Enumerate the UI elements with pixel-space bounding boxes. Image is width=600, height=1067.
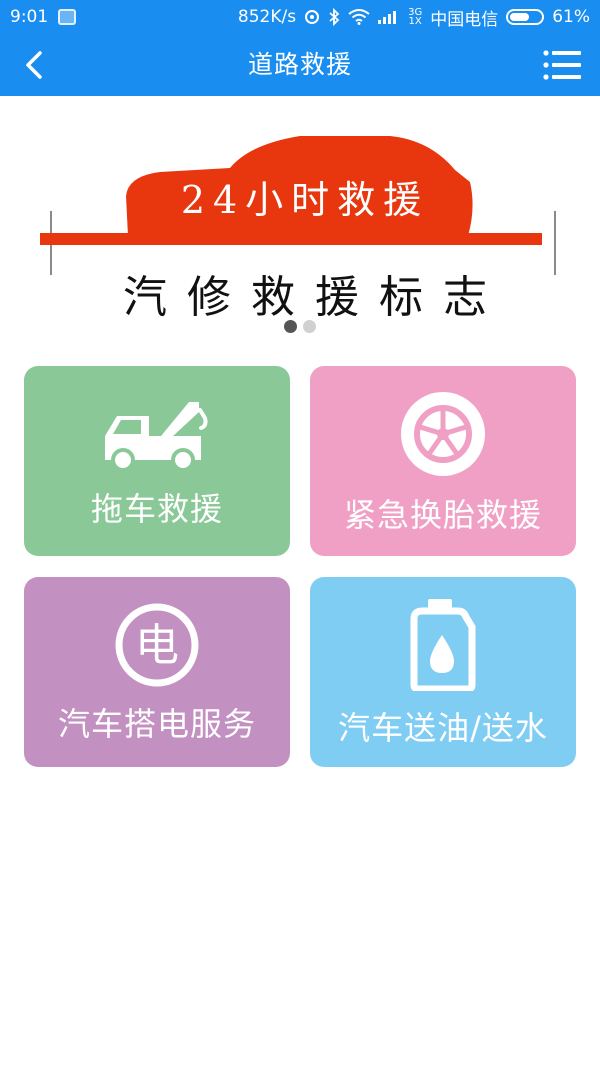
- emergency-tire-change-button[interactable]: 紧急换胎救援: [310, 366, 576, 556]
- list-menu-icon: [543, 50, 581, 80]
- banner-subline: 汽修救援标志: [123, 272, 507, 323]
- notification-thumbnail-icon: [58, 9, 77, 25]
- tow-rescue-button[interactable]: 拖车救援: [24, 366, 290, 556]
- carousel-dot-1[interactable]: [284, 320, 297, 333]
- page-title: 道路救援: [247, 50, 352, 79]
- network-speed: 852K/s: [237, 7, 297, 27]
- tile-label: 紧急换胎救援: [343, 496, 542, 534]
- tile-label: 汽车送油/送水: [338, 709, 548, 747]
- carrier-name: 中国电信: [430, 9, 499, 30]
- jump-start-service-button[interactable]: 电 汽车搭电服务: [24, 577, 290, 767]
- fuel-can-icon: [310, 597, 576, 691]
- tile-label: 拖车救援: [90, 490, 223, 528]
- app-bar: 道路救援: [0, 34, 600, 96]
- network-type: 3G 1X: [408, 8, 422, 27]
- signal-icon: [378, 10, 400, 24]
- wifi-icon: [348, 9, 370, 25]
- battery-level-fill: [510, 13, 529, 21]
- menu-button[interactable]: [540, 46, 584, 84]
- banner-headline: 24小时救援: [180, 178, 430, 222]
- status-bar: 9:01 852K/s 3G 1X 中国电信 61%: [0, 0, 600, 34]
- battery-percent: 61%: [552, 7, 590, 27]
- carousel-dot-2[interactable]: [303, 320, 316, 333]
- tow-truck-icon: [24, 396, 290, 468]
- banner-carousel[interactable]: 24小时救援 汽修救援标志: [0, 96, 600, 340]
- tire-icon: [310, 390, 576, 478]
- electric-icon: 电: [24, 603, 290, 687]
- fuel-water-delivery-button[interactable]: 汽车送油/送水: [310, 577, 576, 767]
- svg-text:电: 电: [135, 620, 179, 671]
- carousel-indicator: [0, 320, 600, 333]
- battery-icon: [506, 9, 545, 25]
- status-time: 9:01: [10, 7, 49, 27]
- bluetooth-icon: [328, 8, 340, 26]
- network-type-bottom: 1X: [408, 16, 422, 27]
- tile-label: 汽车搭电服务: [57, 705, 256, 743]
- location-icon: [304, 9, 320, 25]
